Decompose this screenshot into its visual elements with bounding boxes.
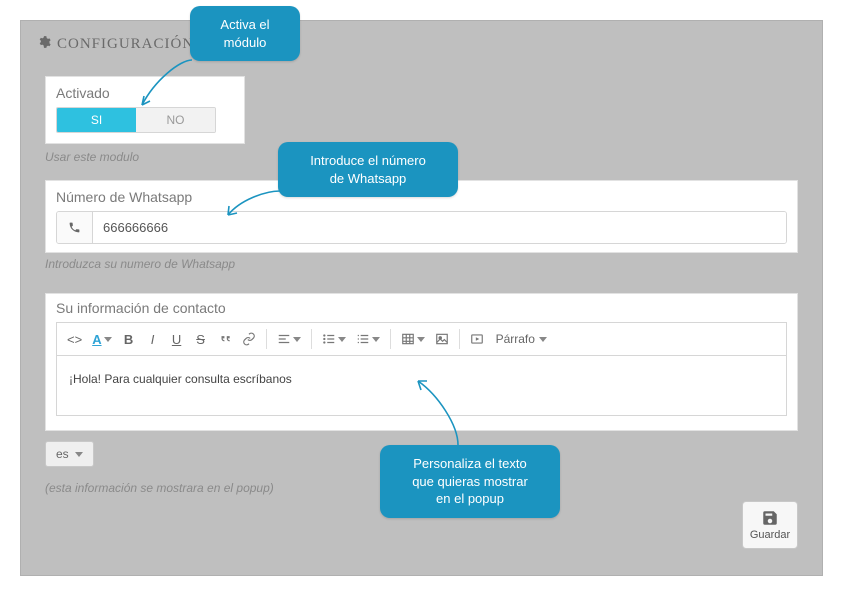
activate-toggle[interactable]: SI NO — [56, 107, 216, 133]
panel-header: CONFIGURACIÓN — [35, 31, 808, 62]
editor-content[interactable]: ¡Hola! Para cualquier consulta escríbano… — [56, 356, 787, 416]
image-icon[interactable] — [431, 327, 453, 351]
text-color-button[interactable]: A — [88, 327, 115, 351]
phone-input-group — [56, 211, 787, 244]
underline-button[interactable]: U — [166, 327, 188, 351]
callout-editor: Personaliza el textoque quieras mostrare… — [380, 445, 560, 518]
activate-label: Activado — [56, 85, 234, 101]
save-icon — [761, 509, 779, 527]
callout-phone: Introduce el númerode Whatsapp — [278, 142, 458, 197]
number-list-button[interactable] — [352, 327, 384, 351]
editor-label: Su información de contacto — [56, 300, 787, 316]
toggle-on[interactable]: SI — [57, 108, 136, 132]
language-dropdown[interactable]: es — [45, 441, 94, 467]
chevron-down-icon — [75, 452, 83, 457]
bullet-list-button[interactable] — [318, 327, 350, 351]
save-label: Guardar — [750, 529, 790, 541]
table-button[interactable] — [397, 327, 429, 351]
phone-icon — [57, 212, 93, 243]
activate-card: Activado SI NO — [45, 76, 245, 144]
editor-toolbar: <> A B I U S — [56, 322, 787, 356]
toggle-off[interactable]: NO — [136, 108, 215, 132]
quote-icon[interactable] — [214, 327, 236, 351]
phone-input[interactable] — [93, 212, 786, 243]
separator — [459, 329, 460, 349]
panel-title: CONFIGURACIÓN — [57, 36, 194, 53]
callout-activate: Activa elmódulo — [190, 6, 300, 61]
source-icon[interactable]: <> — [63, 327, 86, 351]
gear-icon — [37, 35, 51, 54]
separator — [311, 329, 312, 349]
link-icon[interactable] — [238, 327, 260, 351]
save-button[interactable]: Guardar — [742, 501, 798, 549]
callout-text: Introduce el númerode Whatsapp — [310, 153, 426, 186]
align-button[interactable] — [273, 327, 305, 351]
phone-hint: Introduzca su numero de Whatsapp — [45, 257, 798, 271]
video-icon[interactable] — [466, 327, 488, 351]
editor-card: Su información de contacto <> A B I U S — [45, 293, 798, 431]
callout-text: Activa elmódulo — [220, 17, 269, 50]
strike-button[interactable]: S — [190, 327, 212, 351]
callout-text: Personaliza el textoque quieras mostrare… — [412, 456, 528, 506]
paragraph-label: Párrafo — [496, 332, 535, 346]
language-label: es — [56, 447, 69, 461]
bold-button[interactable]: B — [118, 327, 140, 351]
separator — [390, 329, 391, 349]
italic-button[interactable]: I — [142, 327, 164, 351]
separator — [266, 329, 267, 349]
paragraph-dropdown[interactable]: Párrafo — [490, 327, 553, 351]
